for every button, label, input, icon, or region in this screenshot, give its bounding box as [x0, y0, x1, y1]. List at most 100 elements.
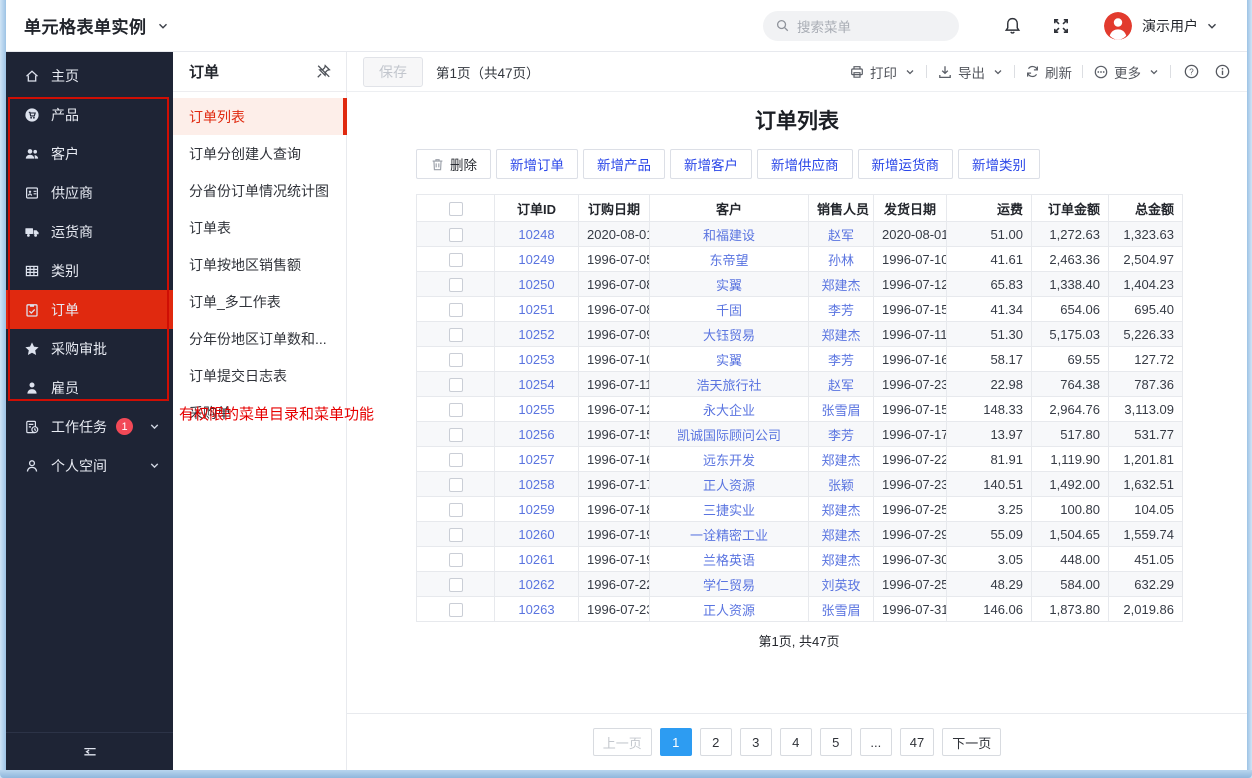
page-number-button-47[interactable]: 47 [900, 728, 934, 756]
collapse-sidebar-button[interactable] [6, 732, 173, 770]
user-avatar[interactable] [1104, 12, 1132, 40]
sidebar-item-个人空间[interactable]: 个人空间 [6, 446, 173, 485]
user-name[interactable]: 演示用户 [1142, 16, 1198, 36]
salesperson-link[interactable]: 李芳 [828, 303, 854, 318]
page-number-button-2[interactable]: 2 [700, 728, 732, 756]
sidebar-item-订单[interactable]: 订单 [6, 290, 173, 329]
submenu-item-订单分创建人查询[interactable]: 订单分创建人查询 [173, 135, 346, 172]
row-checkbox[interactable] [449, 353, 463, 367]
order-id-link[interactable]: 10262 [518, 577, 554, 592]
customer-link[interactable]: 实翼 [716, 353, 742, 368]
sidebar-item-采购审批[interactable]: 采购审批 [6, 329, 173, 368]
salesperson-link[interactable]: 李芳 [828, 353, 854, 368]
row-checkbox[interactable] [449, 603, 463, 617]
row-checkbox[interactable] [449, 228, 463, 242]
submenu-item-订单表[interactable]: 订单表 [173, 209, 346, 246]
row-checkbox[interactable] [449, 553, 463, 567]
salesperson-link[interactable]: 郑建杰 [821, 278, 860, 293]
next-page-button[interactable]: 下一页 [942, 728, 1001, 756]
submenu-item-订单提交日志表[interactable]: 订单提交日志表 [173, 357, 346, 394]
sidebar-item-客户[interactable]: 客户 [6, 134, 173, 173]
order-id-link[interactable]: 10252 [518, 327, 554, 342]
salesperson-link[interactable]: 郑建杰 [821, 528, 860, 543]
salesperson-link[interactable]: 孙林 [828, 253, 854, 268]
page-number-button-4[interactable]: 4 [780, 728, 812, 756]
order-id-link[interactable]: 10248 [518, 227, 554, 242]
salesperson-link[interactable]: 赵军 [828, 228, 854, 243]
customer-link[interactable]: 一诠精密工业 [690, 528, 768, 543]
fullscreen-icon[interactable] [1052, 17, 1070, 35]
add-button-新增客户[interactable]: 新增客户 [670, 149, 752, 179]
salesperson-link[interactable]: 郑建杰 [821, 553, 860, 568]
customer-link[interactable]: 兰格英语 [703, 553, 755, 568]
customer-link[interactable]: 千固 [716, 303, 742, 318]
salesperson-link[interactable]: 张颖 [828, 478, 854, 493]
add-button-新增供应商[interactable]: 新增供应商 [757, 149, 853, 179]
sidebar-item-产品[interactable]: 产品 [6, 95, 173, 134]
app-title-chevron-down-icon[interactable] [156, 19, 170, 33]
export-button[interactable]: 导出 [937, 62, 1004, 82]
submenu-item-订单_多工作表[interactable]: 订单_多工作表 [173, 283, 346, 320]
sidebar-item-运货商[interactable]: 运货商 [6, 212, 173, 251]
save-button[interactable]: 保存 [363, 57, 423, 87]
order-id-link[interactable]: 10261 [518, 552, 554, 567]
row-checkbox[interactable] [449, 528, 463, 542]
add-button-新增运货商[interactable]: 新增运货商 [858, 149, 954, 179]
print-button[interactable]: 打印 [849, 62, 916, 82]
info-icon[interactable] [1214, 63, 1231, 80]
add-button-新增类别[interactable]: 新增类别 [958, 149, 1040, 179]
unpin-icon[interactable] [315, 63, 332, 80]
submenu-item-订单列表[interactable]: 订单列表 [173, 98, 346, 135]
sidebar-item-类别[interactable]: 类别 [6, 251, 173, 290]
refresh-button[interactable]: 刷新 [1025, 62, 1072, 82]
add-button-新增产品[interactable]: 新增产品 [583, 149, 665, 179]
salesperson-link[interactable]: 郑建杰 [821, 328, 860, 343]
order-id-link[interactable]: 10256 [518, 427, 554, 442]
user-chevron-down-icon[interactable] [1205, 19, 1219, 33]
delete-button[interactable]: 删除 [416, 149, 491, 179]
order-id-link[interactable]: 10254 [518, 377, 554, 392]
customer-link[interactable]: 学仁贸易 [703, 578, 755, 593]
page-ellipsis-button[interactable]: ... [860, 728, 892, 756]
customer-link[interactable]: 东帝望 [709, 253, 748, 268]
order-id-link[interactable]: 10258 [518, 477, 554, 492]
customer-link[interactable]: 三捷实业 [703, 503, 755, 518]
customer-link[interactable]: 远东开发 [703, 453, 755, 468]
previous-page-button[interactable]: 上一页 [593, 728, 652, 756]
submenu-item-分年份地区订单数和...[interactable]: 分年份地区订单数和... [173, 320, 346, 357]
row-checkbox[interactable] [449, 503, 463, 517]
order-id-link[interactable]: 10257 [518, 452, 554, 467]
order-id-link[interactable]: 10260 [518, 527, 554, 542]
customer-link[interactable]: 和福建设 [703, 228, 755, 243]
customer-link[interactable]: 凯诚国际顾问公司 [677, 428, 781, 443]
row-checkbox[interactable] [449, 578, 463, 592]
page-number-button-5[interactable]: 5 [820, 728, 852, 756]
salesperson-link[interactable]: 张雪眉 [821, 403, 860, 418]
sidebar-item-雇员[interactable]: 雇员 [6, 368, 173, 407]
row-checkbox[interactable] [449, 378, 463, 392]
customer-link[interactable]: 正人资源 [703, 478, 755, 493]
row-checkbox[interactable] [449, 453, 463, 467]
order-id-link[interactable]: 10250 [518, 277, 554, 292]
salesperson-link[interactable]: 李芳 [828, 428, 854, 443]
page-number-button-3[interactable]: 3 [740, 728, 772, 756]
row-checkbox[interactable] [449, 278, 463, 292]
salesperson-link[interactable]: 张雪眉 [821, 603, 860, 618]
order-id-link[interactable]: 10263 [518, 602, 554, 617]
customer-link[interactable]: 正人资源 [703, 603, 755, 618]
page-number-button-1[interactable]: 1 [660, 728, 692, 756]
sidebar-item-主页[interactable]: 主页 [6, 56, 173, 95]
order-id-link[interactable]: 10259 [518, 502, 554, 517]
select-all-checkbox[interactable] [449, 202, 463, 216]
customer-link[interactable]: 大钰贸易 [703, 328, 755, 343]
customer-link[interactable]: 实翼 [716, 278, 742, 293]
add-button-新增订单[interactable]: 新增订单 [496, 149, 578, 179]
order-id-link[interactable]: 10249 [518, 252, 554, 267]
customer-link[interactable]: 浩天旅行社 [696, 378, 761, 393]
row-checkbox[interactable] [449, 328, 463, 342]
row-checkbox[interactable] [449, 403, 463, 417]
order-id-link[interactable]: 10251 [518, 302, 554, 317]
search-input[interactable]: 搜索菜单 [763, 11, 959, 41]
order-id-link[interactable]: 10255 [518, 402, 554, 417]
salesperson-link[interactable]: 郑建杰 [821, 503, 860, 518]
